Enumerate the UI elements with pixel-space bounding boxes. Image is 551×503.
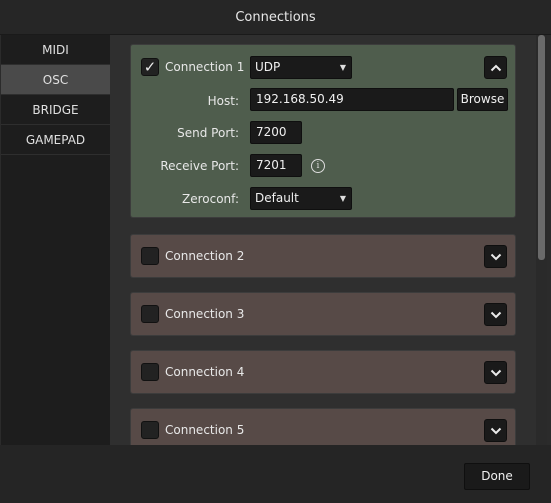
dropdown-arrow-icon: ▼ bbox=[339, 194, 346, 203]
connection-1-label: Connection 1 bbox=[165, 60, 245, 74]
sidebar: MIDI OSC BRIDGE GAMEPAD bbox=[1, 35, 110, 445]
send-port-label: Send Port: bbox=[177, 126, 239, 140]
browse-button[interactable]: Browse bbox=[457, 88, 508, 111]
zeroconf-label: Zeroconf: bbox=[182, 192, 239, 206]
zeroconf-value: Default bbox=[255, 191, 299, 205]
expand-button[interactable] bbox=[484, 245, 507, 268]
connection-4-label: Connection 4 bbox=[165, 365, 245, 379]
chevron-down-icon bbox=[490, 311, 501, 318]
expand-button[interactable] bbox=[484, 303, 507, 326]
collapse-button[interactable] bbox=[484, 56, 507, 79]
connection-3-enable-checkbox[interactable] bbox=[141, 305, 159, 323]
chevron-down-icon bbox=[490, 427, 501, 434]
host-input[interactable]: 192.168.50.49 bbox=[250, 88, 454, 111]
connection-1-enable-checkbox[interactable]: ✓ bbox=[141, 58, 159, 76]
zeroconf-select[interactable]: Default ▼ bbox=[250, 187, 352, 210]
protocol-value: UDP bbox=[255, 60, 281, 74]
dropdown-arrow-icon: ▼ bbox=[339, 63, 346, 72]
connection-5-enable-checkbox[interactable] bbox=[141, 421, 159, 439]
connection-panel-5: Connection 5 bbox=[130, 408, 516, 445]
sidebar-item-bridge[interactable]: BRIDGE bbox=[1, 95, 110, 125]
protocol-select[interactable]: UDP ▼ bbox=[250, 56, 352, 79]
connection-panel-2: Connection 2 bbox=[130, 234, 516, 278]
receive-port-input[interactable]: 7201 bbox=[250, 154, 302, 177]
host-label: Host: bbox=[207, 94, 239, 108]
sidebar-item-gamepad[interactable]: GAMEPAD bbox=[1, 125, 110, 155]
connection-2-label: Connection 2 bbox=[165, 249, 245, 263]
connection-panel-1: ✓ Connection 1 UDP ▼ Host: 192.168.50.49… bbox=[130, 44, 516, 218]
connections-list: ✓ Connection 1 UDP ▼ Host: 192.168.50.49… bbox=[110, 35, 536, 445]
connection-3-label: Connection 3 bbox=[165, 307, 245, 321]
send-port-input[interactable]: 7200 bbox=[250, 121, 302, 144]
done-button[interactable]: Done bbox=[464, 463, 530, 490]
expand-button[interactable] bbox=[484, 361, 507, 384]
connection-panel-4: Connection 4 bbox=[130, 350, 516, 394]
connection-2-enable-checkbox[interactable] bbox=[141, 247, 159, 265]
connection-panel-3: Connection 3 bbox=[130, 292, 516, 336]
chevron-up-icon bbox=[490, 64, 501, 71]
window-title: Connections bbox=[0, 0, 551, 35]
chevron-down-icon bbox=[490, 253, 501, 260]
receive-port-label: Receive Port: bbox=[160, 159, 239, 173]
connection-4-enable-checkbox[interactable] bbox=[141, 363, 159, 381]
scrollbar-thumb[interactable] bbox=[538, 35, 545, 260]
chevron-down-icon bbox=[490, 369, 501, 376]
expand-button[interactable] bbox=[484, 419, 507, 442]
sidebar-item-midi[interactable]: MIDI bbox=[1, 35, 110, 65]
info-icon[interactable]: i bbox=[311, 159, 325, 173]
sidebar-item-osc[interactable]: OSC bbox=[1, 65, 110, 95]
connection-5-label: Connection 5 bbox=[165, 423, 245, 437]
checkmark-icon: ✓ bbox=[143, 58, 157, 76]
